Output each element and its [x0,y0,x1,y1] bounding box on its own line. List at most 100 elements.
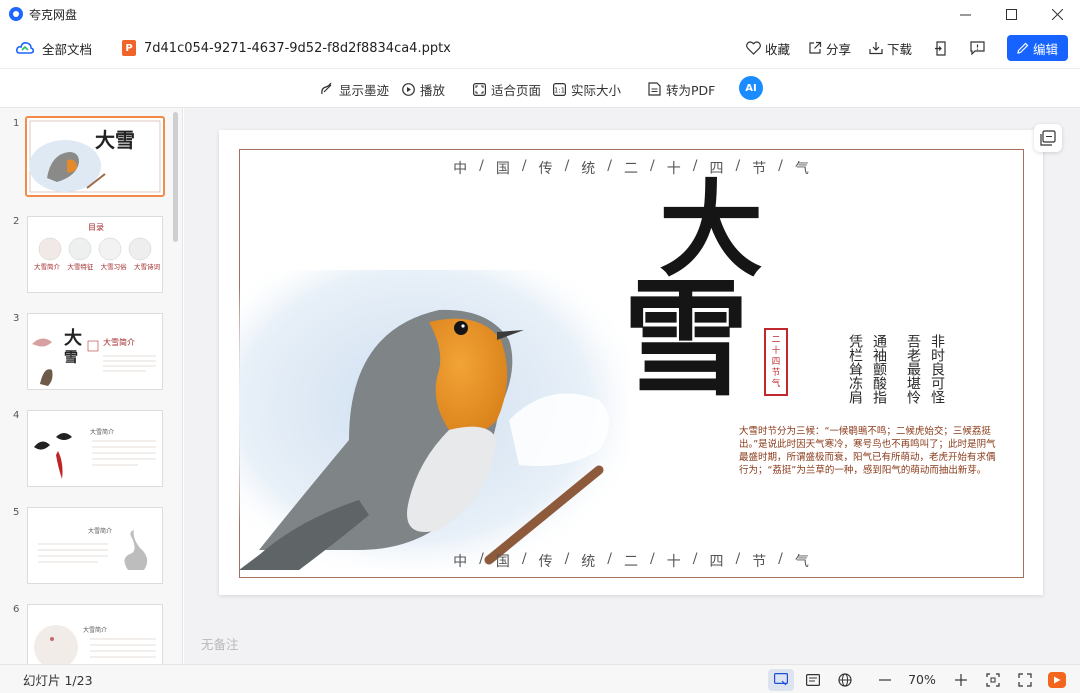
convert-to-pdf-label: 转为PDF [666,82,716,98]
normal-view-icon [774,673,788,686]
ribbon-char: / [650,551,655,567]
viewer-toolbar: 显示墨迹 播放 适合页面 1:1 实际大小 转为PDF [0,68,1080,108]
document-header: 全部文档 P 7d41c054-9271-4637-9d52-f8d2f8834… [0,28,1080,68]
pptx-file-icon: P [122,40,137,56]
maximize-button[interactable] [988,0,1034,28]
thumbnail-slide-4[interactable]: 大雪简介 [27,410,163,487]
ribbon-char: 中 [453,161,468,177]
slide-6-preview [34,625,156,664]
slide-3-preview: 大 雪 [32,327,156,386]
notes-view-icon [806,673,820,686]
ribbon-char: 四 [709,554,724,570]
ribbon-char: 二 [624,554,638,570]
play-label: 播放 [420,82,446,98]
thumbnail-slide-6[interactable]: 大雪简介 [27,604,163,664]
thumbnail-number: 5 [13,507,20,518]
thumbnail-slide-3[interactable]: 大 雪 大雪简介 [27,313,163,390]
thumbnail-slide-2[interactable]: 目录 大雪简介 大雪特征 大雪习俗 大雪诗词 [27,216,163,293]
minus-icon [879,678,891,681]
download-icon [869,42,883,55]
notes-view-button[interactable] [800,669,826,691]
thumbnail-slide-5[interactable]: 大雪简介 [27,507,163,584]
thumbnail-number: 1 [13,118,20,129]
thumbnail-toc-items: 大雪简介 大雪特征 大雪习俗 大雪诗词 [34,261,160,271]
download-button[interactable]: 下载 [869,39,912,58]
speaker-notes[interactable]: 无备注 [201,634,239,653]
slide-ribbon-top: 中 / 国 / 传 / 统 / 二 / 十 / 四 / 节 / 气 [219,158,1043,178]
minimize-button[interactable] [942,0,988,28]
zoom-in-button[interactable] [948,669,974,691]
feedback-button[interactable] [970,41,985,55]
normal-view-button[interactable] [768,668,794,691]
ai-assistant-button[interactable]: AI [739,76,763,100]
zoom-level[interactable]: 70% [902,672,942,687]
slide-ribbon-bottom: 中 / 国 / 传 / 统 / 二 / 十 / 四 / 节 / 气 [219,551,1043,571]
close-icon [1051,8,1063,20]
actual-size-button[interactable]: 1:1 实际大小 [553,69,621,109]
poem-block: 凭栏耸冻肩 通袖颤酸指 吾老最堪怜 非时良可怪 [847,334,1043,404]
minimize-icon [959,14,971,15]
ribbon-char: 中 [453,554,468,570]
slide-4-preview [34,433,156,479]
fit-window-button[interactable] [980,669,1006,691]
toc-item: 大雪习俗 [100,263,127,271]
all-documents-link[interactable]: 全部文档 [42,39,92,58]
ribbon-char: / [735,551,741,567]
actual-size-label: 实际大小 [571,82,622,98]
ribbon-char: / [521,158,527,174]
file-name: 7d41c054-9271-4637-9d52-f8d2f8834ca4.ppt… [144,40,451,56]
app-logo-icon [9,7,23,21]
ribbon-char: 二 [624,161,638,177]
header-actions: 收藏 分享 下载 编辑 [728,28,1068,68]
ribbon-char: / [564,551,570,567]
fullscreen-icon [1018,672,1032,687]
thumbnail-title: 大雪简介 [83,627,108,634]
show-ink-button[interactable]: 显示墨迹 [320,69,389,109]
web-view-button[interactable] [832,669,858,691]
ribbon-char: / [521,551,527,567]
app-title: 夸克网盘 [29,7,78,22]
show-ink-label: 显示墨迹 [339,82,390,98]
slide-action-button[interactable] [1034,124,1062,152]
share-button[interactable]: 分享 [808,39,851,58]
ribbon-char: 气 [794,161,809,177]
status-controls: 70% [762,665,1080,693]
fit-page-button[interactable]: 适合页面 [473,69,541,109]
export-button[interactable] [934,40,948,56]
edit-button[interactable]: 编辑 [1007,35,1068,61]
slide-5-preview [38,530,148,570]
plus-icon [955,673,967,686]
fullscreen-button[interactable] [1012,669,1038,691]
thumbnail-title: 大雪 [95,128,135,152]
share-icon [809,41,822,54]
thumbnail-scrollbar[interactable] [173,112,178,242]
cloud-icon [16,42,34,54]
slide-description: 大雪时节分为三候：“一候鹖鴠不鸣；二候虎始交；三候荔挺出。”是说此时因天气寒冷，… [739,426,996,476]
ink-pen-icon [321,82,332,95]
close-button[interactable] [1034,0,1080,28]
slideshow-play-button[interactable] [1048,671,1066,688]
slide-thumbnail-panel: 1 大雪 2 目录 大雪简介 大雪特征 大雪习俗 大雪诗词 3 大 雪 大雪简介… [0,108,183,664]
favorite-button[interactable]: 收藏 [746,39,790,58]
actual-size-icon: 1:1 [553,82,566,96]
slide-title-char-2: 雪 [623,265,749,413]
slide-viewer: 中 / 国 / 传 / 统 / 二 / 十 / 四 / 节 / 气 大 雪 二 … [184,108,1080,664]
slide-counter: 幻灯片 1/23 [23,672,93,688]
zoom-out-button[interactable] [872,669,898,691]
pdf-icon [648,82,661,96]
play-button[interactable]: 播放 [402,69,445,109]
thumbnail-number: 6 [13,604,20,615]
robin-bird-image [239,270,629,570]
edit-label: 编辑 [1032,41,1058,57]
thumbnail-slide-1[interactable]: 大雪 [25,116,165,197]
seal-char: 气 [771,378,781,389]
window-controls [942,0,1080,28]
fit-window-icon [986,672,1000,687]
ribbon-char: / [778,158,783,174]
play-icon [1054,676,1061,683]
favorite-label: 收藏 [764,41,790,57]
convert-to-pdf-button[interactable]: 转为PDF [648,69,715,109]
ribbon-char: / [692,551,698,567]
globe-icon [838,672,852,687]
maximize-icon [1005,8,1017,20]
